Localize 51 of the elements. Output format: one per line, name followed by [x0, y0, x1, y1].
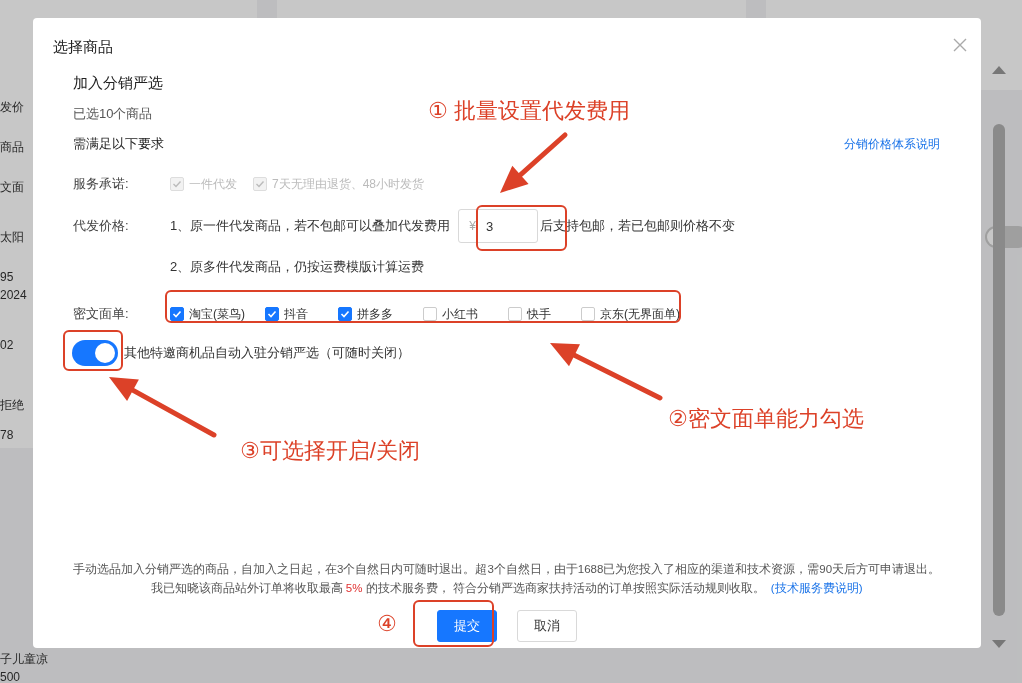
list-text: 商品 — [0, 140, 24, 155]
fee-link[interactable]: (技术服务费说明) — [770, 581, 863, 596]
price-rule: 2、原多件代发商品，仍按运费模版计算运费 — [170, 258, 425, 276]
field-label: 密文面单: — [73, 305, 130, 323]
cancel-button[interactable]: 取消 — [516, 610, 577, 642]
highlight-box — [63, 330, 123, 371]
notice-text: 手动选品加入分销严选的商品，自加入之日起，在3个自然日内可随时退出。超3个自然日，由于1688已为您投入了相应的渠道和技术资源，需90天后方可申请退出。 — [73, 562, 941, 577]
check-icon — [255, 179, 265, 189]
fee-input[interactable]: ¥ 3 — [458, 209, 539, 243]
agreement-text: 我已知晓该商品站外订单将收取最高 5% 的技术服务费， 符合分销严选商家扶持活动的订单按照实际活动规则收取。 — [150, 581, 765, 596]
list-text: 拒绝 — [0, 398, 24, 413]
requirement-heading: 需满足以下要求 — [73, 135, 164, 153]
dialog-title: 选择商品 — [53, 38, 113, 57]
check-icon — [172, 309, 182, 319]
submit-button[interactable]: 提交 — [436, 610, 497, 642]
list-text: 78 — [0, 428, 14, 443]
list-text: 2024 — [0, 288, 27, 303]
list-text: 太阳 — [0, 230, 24, 245]
annotation-text: ②密文面单能力勾选 — [668, 405, 864, 433]
annotation-text: ① 批量设置代发费用 — [428, 97, 630, 125]
check-icon — [267, 309, 277, 319]
price-rule: 1、原一件代发商品，若不包邮可以叠加代发费用 — [170, 217, 451, 235]
checkbox[interactable]: 抖音 — [265, 305, 308, 323]
product-title: 子儿童凉 — [0, 652, 48, 667]
toggle-label: 其他特邀商机品自动入驻分销严选（可随时关闭） — [124, 344, 410, 362]
checkbox[interactable]: 淘宝(菜鸟) — [170, 305, 245, 323]
product-info: 500 — [0, 670, 21, 683]
field-label: 服务承诺: — [73, 175, 130, 193]
scrollbar-thumb[interactable] — [993, 124, 1006, 616]
checkbox[interactable]: 小红书 — [423, 305, 478, 323]
list-text: 02 — [0, 338, 14, 353]
toggle-switch[interactable] — [72, 340, 118, 366]
list-text: 发价 — [0, 100, 24, 115]
scroll-down-icon[interactable] — [992, 640, 1007, 648]
check-icon — [340, 309, 350, 319]
annotation-text: ④ — [377, 611, 397, 637]
checkbox[interactable]: 快手 — [508, 305, 551, 323]
field-label: 代发价格: — [73, 217, 130, 235]
close-icon[interactable] — [953, 38, 967, 52]
annotation-text: ③可选择开启/关闭 — [240, 437, 420, 465]
checkbox[interactable]: 拼多多 — [338, 305, 393, 323]
checkbox[interactable]: 京东(无界面单) — [581, 305, 680, 323]
selected-count: 已选10个商品 — [73, 105, 153, 123]
list-text: 95 — [0, 270, 14, 285]
check-icon — [172, 179, 182, 189]
help-link[interactable]: 分销价格体系说明 — [844, 135, 941, 153]
annotation-arrow — [500, 132, 568, 193]
scroll-up-icon[interactable] — [992, 66, 1007, 74]
list-text: 文面 — [0, 180, 24, 195]
section-title: 加入分销严选 — [73, 74, 163, 91]
price-rule: 后支持包邮，若已包邮则价格不变 — [540, 217, 736, 235]
